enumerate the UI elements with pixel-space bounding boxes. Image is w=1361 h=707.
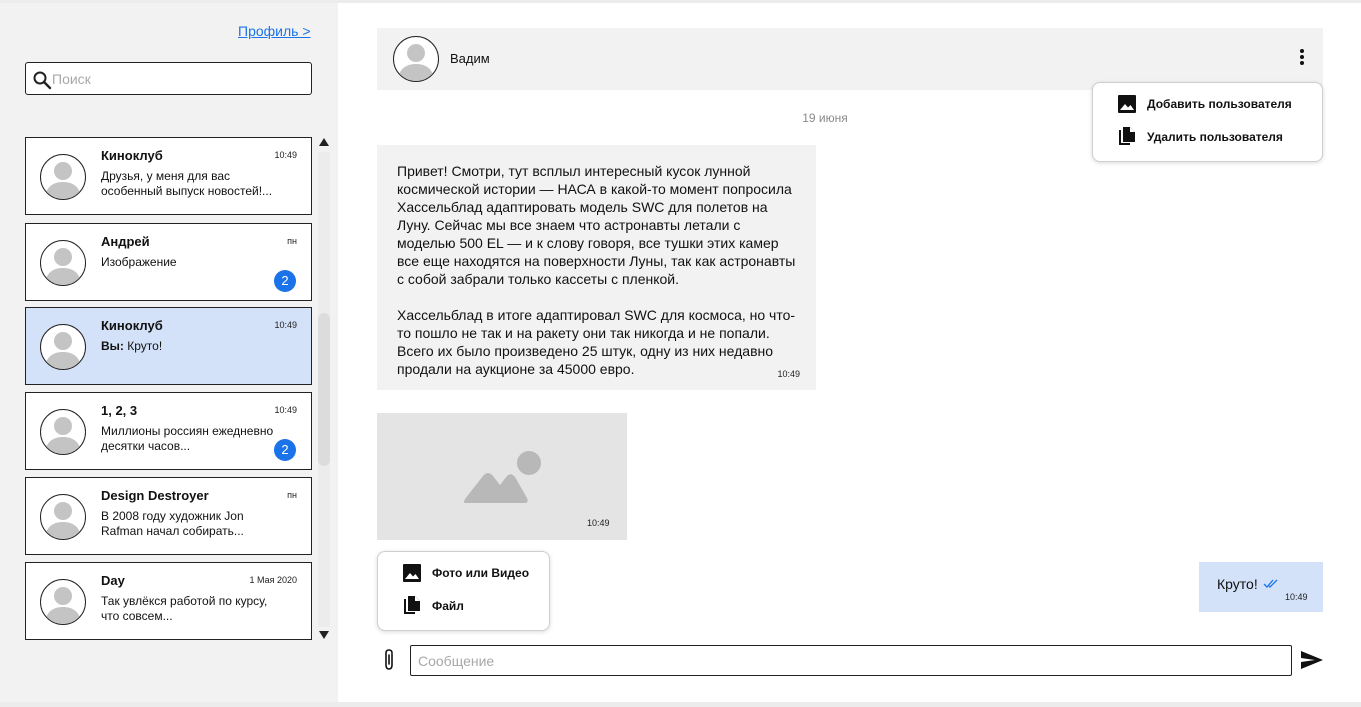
attach-menu: Фото или Видео Файл <box>377 551 550 631</box>
chat-name: Day <box>101 573 125 588</box>
chat-preview: Миллионы россиян ежедневно десятки часов… <box>101 424 274 453</box>
preview-sender: Вы: <box>101 339 124 353</box>
message-text: Круто! <box>1217 576 1258 592</box>
contact-avatar-icon <box>393 36 439 82</box>
message-text: Привет! Смотри, тут всплыл интересный ку… <box>397 163 796 377</box>
bottom-border <box>0 702 1361 707</box>
chat-name: Design Destroyer <box>101 488 209 503</box>
image-icon <box>1118 95 1136 113</box>
avatar-icon <box>40 494 86 540</box>
avatar-icon <box>40 240 86 286</box>
message-input[interactable] <box>418 650 1278 672</box>
scrollbar-thumb[interactable] <box>318 313 330 466</box>
incoming-message: Привет! Смотри, тут всплыл интересный ку… <box>377 145 816 390</box>
chat-time: 1 Мая 2020 <box>249 575 297 585</box>
chat-preview: В 2008 году художник Jon Rafman начал со… <box>101 509 244 538</box>
avatar-icon <box>40 324 86 370</box>
chat-list-item[interactable]: Киноклуб 10:49 Друзья, у меня для вас ос… <box>25 137 312 215</box>
double-check-read-icon <box>1263 579 1278 588</box>
remove-user-label: Удалить пользователя <box>1147 130 1283 144</box>
photo-video-label: Фото или Видео <box>432 566 530 580</box>
preview-text: Круто! <box>127 339 163 353</box>
message-input-box[interactable] <box>410 645 1292 676</box>
profile-link[interactable]: Профиль > <box>238 23 311 39</box>
search-icon <box>33 71 52 90</box>
chat-list-item[interactable]: Day 1 Мая 2020 Так увлёкся работой по ку… <box>25 562 312 640</box>
message-time: 10:49 <box>1285 592 1308 602</box>
chat-time: пн <box>287 490 297 500</box>
outgoing-message: Круто! 10:49 <box>1199 562 1323 612</box>
chat-preview: Друзья, у меня для вас особенный выпуск … <box>101 169 273 198</box>
image-placeholder-icon <box>464 451 541 503</box>
message-time: 10:49 <box>777 369 800 379</box>
chat-time: пн <box>287 236 297 246</box>
contact-name: Вадим <box>450 51 490 66</box>
chat-time: 10:49 <box>274 405 297 415</box>
unread-badge: 2 <box>274 270 296 292</box>
chat-list-item[interactable]: Андрей пн Изображение 2 <box>25 223 312 301</box>
paperclip-icon[interactable] <box>380 648 398 672</box>
avatar-icon <box>40 409 86 455</box>
chat-preview: Так увлёкся работой по курсу, что совсем… <box>101 594 268 623</box>
avatar-icon <box>40 579 86 625</box>
scroll-down-arrow-icon[interactable] <box>319 631 329 639</box>
file-label: Файл <box>432 599 464 613</box>
avatar-icon <box>40 154 86 200</box>
unread-badge: 2 <box>274 439 296 461</box>
image-message[interactable]: 10:49 <box>377 413 627 540</box>
search-box[interactable] <box>25 62 312 95</box>
chat-time: 10:49 <box>274 320 297 330</box>
chat-preview: Вы: Круто! <box>101 339 281 354</box>
chat-list-item-active[interactable]: Киноклуб 10:49 Вы: Круто! <box>25 307 312 385</box>
chat-name: Киноклуб <box>101 318 163 333</box>
chat-time: 10:49 <box>274 150 297 160</box>
more-options-icon[interactable] <box>1295 49 1309 69</box>
chat-list-item[interactable]: 1, 2, 3 10:49 Миллионы россиян ежедневно… <box>25 392 312 470</box>
chat-name: 1, 2, 3 <box>101 403 138 418</box>
chat-name: Киноклуб <box>101 148 163 163</box>
file-copy-icon <box>1119 127 1135 145</box>
send-icon[interactable] <box>1300 650 1324 670</box>
date-separator: 19 июня <box>802 111 848 125</box>
image-icon <box>403 564 421 582</box>
chat-name: Андрей <box>101 234 150 249</box>
chat-preview: Изображение <box>101 255 177 269</box>
file-copy-icon <box>404 596 420 614</box>
chat-options-menu: Добавить пользователя Удалить пользовате… <box>1092 82 1323 162</box>
image-time: 10:49 <box>587 518 610 528</box>
chat-header: Вадим <box>377 28 1323 90</box>
scroll-up-arrow-icon[interactable] <box>319 138 329 146</box>
search-input[interactable] <box>52 67 302 91</box>
add-user-label: Добавить пользователя <box>1147 97 1292 111</box>
chat-list-item[interactable]: Design Destroyer пн В 2008 году художник… <box>25 477 312 555</box>
